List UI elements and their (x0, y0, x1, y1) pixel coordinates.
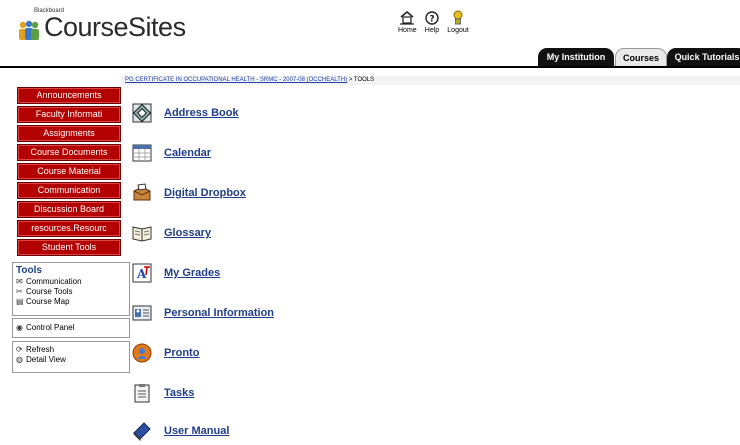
breadcrumb-separator: > (347, 77, 354, 83)
breadcrumb-course-link[interactable]: PG CERTIFICATE IN OCCUPATIONAL HEALTH - … (125, 77, 347, 83)
tool-pronto-link[interactable]: Pronto (164, 347, 199, 359)
personal-info-icon[interactable] (132, 303, 152, 323)
tab-quick-tutorials[interactable]: Quick Tutorials (667, 48, 740, 66)
tool-address-book-link[interactable]: Address Book (164, 107, 239, 119)
breadcrumb-current: TOOLS (353, 77, 375, 83)
logo-brand-text: CourseSites (44, 12, 186, 42)
address-book-icon[interactable] (132, 103, 152, 123)
refresh-panel: ⟳ Refresh ◍ Detail View (12, 341, 130, 373)
tools-link-communication[interactable]: ✉ Communication (16, 277, 126, 287)
calendar-icon[interactable] (132, 143, 152, 163)
home-icon (400, 11, 414, 25)
control-panel-label: Control Panel (26, 323, 75, 332)
pronto-icon[interactable] (132, 343, 152, 363)
logo-people-icon (19, 20, 39, 40)
detail-view-link[interactable]: ◍ Detail View (16, 355, 126, 365)
help-label: Help (424, 27, 440, 34)
tasks-icon[interactable] (132, 383, 152, 403)
tools-link-course-map-label: Course Map (26, 297, 70, 306)
menu-course-material[interactable]: Course Material (17, 163, 121, 180)
course-tools-icon: ✂ (16, 287, 23, 296)
tab-my-institution[interactable]: My Institution (538, 48, 614, 66)
breadcrumb: PG CERTIFICATE IN OCCUPATIONAL HEALTH - … (121, 76, 740, 85)
tools-link-course-map[interactable]: ▤ Course Map (16, 297, 126, 307)
svg-text:?: ? (429, 15, 434, 25)
tools-link-communication-label: Communication (26, 277, 82, 286)
tool-calendar-link[interactable]: Calendar (164, 147, 211, 159)
refresh-link[interactable]: ⟳ Refresh (16, 345, 126, 355)
control-panel-icon: ◉ (16, 323, 23, 332)
dropbox-icon[interactable] (132, 183, 152, 203)
tool-digital-dropbox-link[interactable]: Digital Dropbox (164, 187, 246, 199)
grades-icon[interactable]: A (132, 263, 152, 283)
logout-icon (453, 10, 463, 25)
menu-assignments[interactable]: Assignments (17, 125, 121, 142)
tab-courses[interactable]: Courses (615, 48, 667, 67)
menu-resources[interactable]: resources.Resourc (17, 220, 121, 237)
tools-panel-title: Tools (16, 265, 42, 276)
help-button[interactable]: ? Help (422, 10, 442, 34)
menu-discussion-board[interactable]: Discussion Board (17, 201, 121, 218)
course-map-icon: ▤ (16, 297, 24, 306)
control-panel-link[interactable]: ◉ Control Panel (16, 319, 126, 337)
user-manual-icon[interactable] (132, 421, 152, 441)
refresh-icon: ⟳ (16, 345, 23, 354)
header-divider (0, 66, 740, 68)
menu-announcements[interactable]: Announcements (17, 87, 121, 104)
tool-personal-information-link[interactable]: Personal Information (164, 307, 274, 319)
svg-text:A: A (136, 267, 147, 281)
home-label: Home (398, 27, 417, 34)
glossary-icon[interactable] (132, 223, 152, 243)
tool-user-manual-link[interactable]: User Manual (164, 425, 229, 437)
tool-glossary-link[interactable]: Glossary (164, 227, 211, 239)
home-button[interactable]: Home (398, 10, 417, 34)
detail-view-label: Detail View (26, 355, 66, 364)
tool-my-grades-link[interactable]: My Grades (164, 267, 220, 279)
logout-label: Logout (447, 27, 469, 34)
tools-link-course-tools-label: Course Tools (26, 287, 73, 296)
refresh-label: Refresh (26, 345, 55, 354)
menu-course-documents[interactable]: Course Documents (17, 144, 121, 161)
detail-view-icon: ◍ (16, 355, 23, 364)
menu-faculty-information[interactable]: Faculty Informati (17, 106, 121, 123)
menu-student-tools[interactable]: Student Tools (17, 239, 121, 256)
communication-icon: ✉ (16, 277, 23, 286)
coursesites-logo[interactable]: Blackboard CourseSites (16, 6, 206, 44)
menu-communication[interactable]: Communication (17, 182, 121, 199)
control-panel-box: ◉ Control Panel (12, 318, 130, 338)
help-icon: ? (425, 11, 439, 25)
tool-tasks-link[interactable]: Tasks (164, 387, 194, 399)
tools-panel: Tools ✉ Communication ✂ Course Tools ▤ Cour… (12, 262, 130, 316)
tools-link-course-tools[interactable]: ✂ Course Tools (16, 287, 126, 297)
logout-button[interactable]: Logout (444, 10, 472, 34)
